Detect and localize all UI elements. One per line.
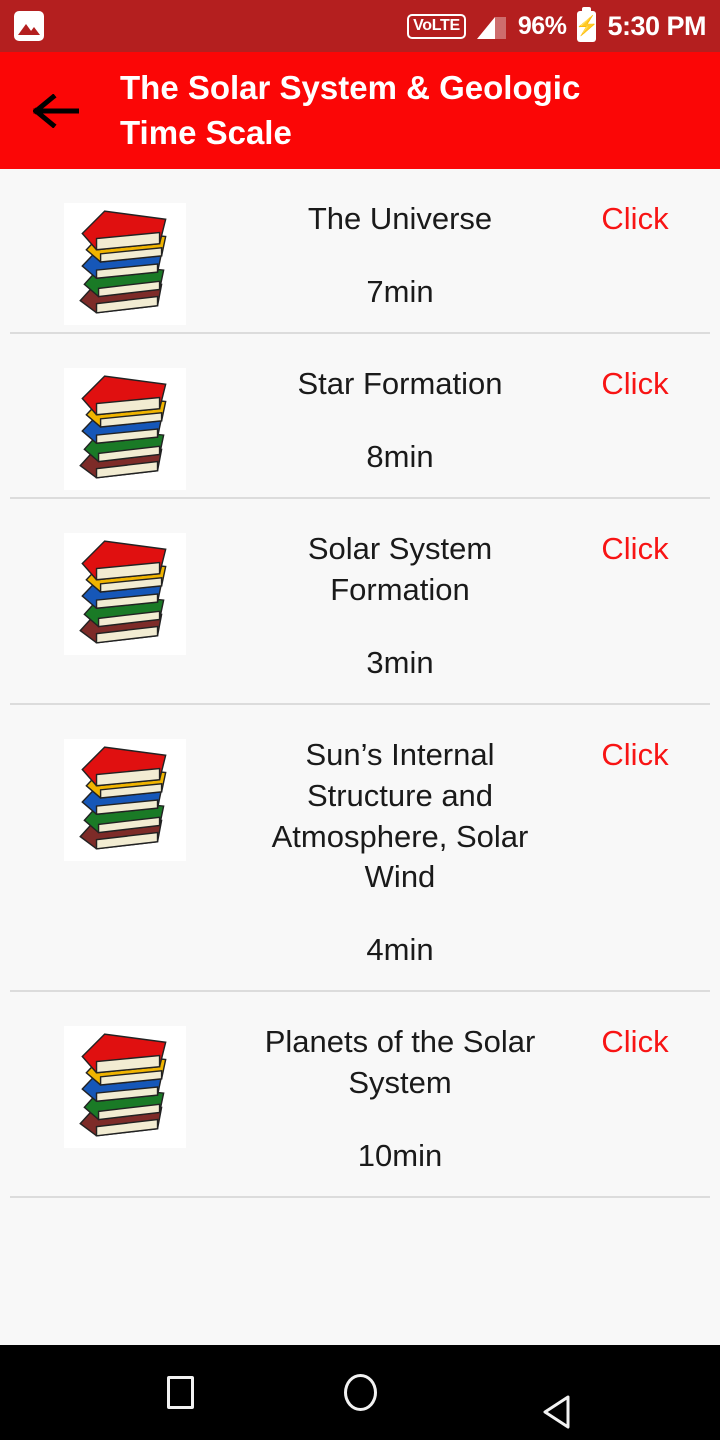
lesson-info: The Universe 7min	[250, 199, 550, 332]
stack-of-books-icon	[64, 1026, 186, 1149]
thumbnail-cell	[0, 364, 250, 490]
lesson-title: Star Formation	[297, 366, 503, 401]
action-cell: Click	[550, 364, 720, 402]
lesson-info: Sun’s Internal Structure and Atmosphere,…	[250, 735, 550, 991]
list-item[interactable]: Planets of the Solar System 10min Click	[0, 992, 720, 1196]
signal-bars-icon	[476, 13, 507, 39]
back-button[interactable]	[28, 83, 84, 139]
click-link[interactable]: Click	[601, 737, 668, 773]
lesson-info: Solar System Formation 3min	[250, 529, 550, 703]
list-item[interactable]: Star Formation 8min Click	[0, 334, 720, 497]
status-bar: VoLTE 96% ⚡ 5:30 PM	[0, 0, 720, 52]
list-divider	[10, 1196, 710, 1199]
action-cell: Click	[550, 735, 720, 773]
list-item[interactable]: The Universe 7min Click	[0, 169, 720, 332]
square-recents-icon	[166, 1376, 194, 1409]
lesson-title: Solar System Formation	[307, 530, 493, 607]
circle-home-icon	[343, 1374, 377, 1411]
lesson-title: The Universe	[307, 201, 493, 237]
thumbnail-cell	[0, 199, 250, 326]
battery-charging-icon: ⚡	[575, 6, 599, 42]
stack-of-books-icon	[64, 368, 186, 490]
page-title: The Solar System & Geologic Time Scale	[120, 69, 581, 151]
lesson-duration: 7min	[366, 274, 434, 309]
click-link[interactable]: Click	[601, 531, 668, 567]
phone-screen: VoLTE 96% ⚡ 5:30 PM The Solar System & G…	[0, 0, 720, 1440]
lesson-duration: 10min	[357, 1138, 443, 1174]
thumbnail-cell	[0, 529, 250, 655]
action-cell: Click	[550, 529, 720, 567]
arrow-left-icon	[33, 93, 79, 128]
click-link[interactable]: Click	[601, 366, 668, 402]
list-item[interactable]: Sun’s Internal Structure and Atmosphere,…	[0, 705, 720, 991]
lesson-title: Sun’s Internal Structure and Atmosphere,…	[271, 736, 529, 895]
status-bar-clock: 5:30 PM	[607, 10, 706, 41]
recents-button[interactable]	[145, 1358, 215, 1428]
volte-icon: VoLTE	[407, 13, 466, 39]
app-bar: The Solar System & Geologic Time Scale	[0, 52, 720, 170]
click-link[interactable]: Click	[601, 201, 668, 237]
lesson-duration: 4min	[366, 932, 434, 968]
lesson-list: The Universe 7min Click Star Formation 8…	[0, 169, 720, 1345]
action-cell: Click	[550, 199, 720, 237]
battery-percent-label: 96%	[517, 11, 567, 40]
stack-of-books-icon	[64, 532, 186, 655]
list-item[interactable]: Solar System Formation 3min Click	[0, 499, 720, 703]
action-cell: Click	[550, 1022, 720, 1060]
lesson-info: Planets of the Solar System 10min	[250, 1022, 550, 1196]
lesson-duration: 3min	[366, 644, 434, 680]
battery-bolt-glyph: ⚡	[575, 15, 599, 37]
lesson-title: Planets of the Solar System	[264, 1024, 536, 1101]
status-bar-left	[14, 11, 44, 41]
lesson-info: Star Formation 8min	[250, 364, 550, 497]
stack-of-books-icon	[64, 203, 186, 326]
home-button[interactable]	[325, 1358, 395, 1428]
click-link[interactable]: Click	[601, 1024, 668, 1060]
status-bar-right: VoLTE 96% ⚡ 5:30 PM	[407, 6, 706, 42]
photo-notification-icon	[14, 11, 44, 41]
lesson-duration: 8min	[366, 438, 434, 474]
stack-of-books-icon	[64, 738, 186, 861]
thumbnail-cell	[0, 735, 250, 861]
back-nav-button[interactable]	[505, 1358, 575, 1428]
android-navigation-bar	[0, 1345, 720, 1440]
thumbnail-cell	[0, 1022, 250, 1149]
